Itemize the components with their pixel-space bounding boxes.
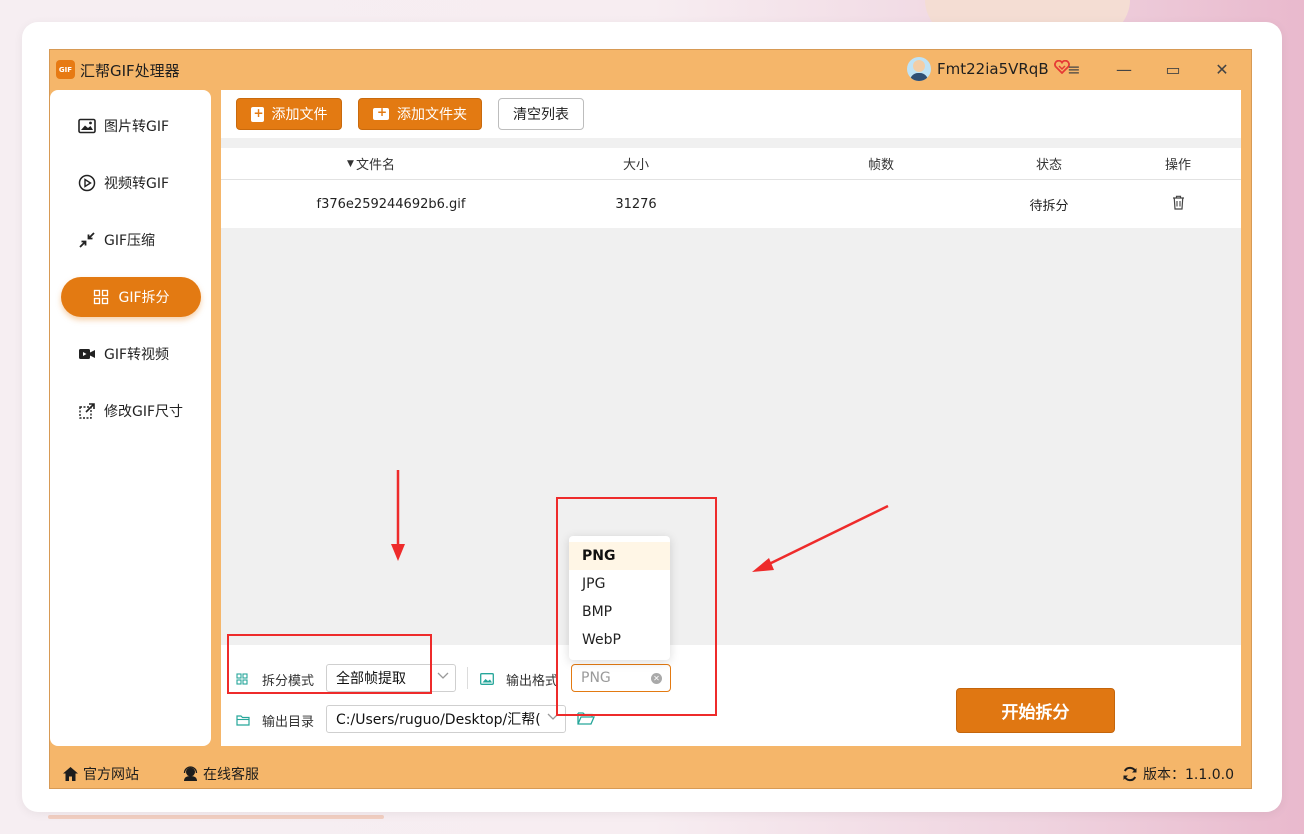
output-dir-label: 输出目录: [236, 711, 314, 730]
row-frames: [831, 180, 931, 228]
headset-icon: [181, 766, 199, 782]
row-size: 31276: [615, 196, 657, 212]
background-line: [48, 815, 384, 819]
column-header-frames: 帧数: [867, 158, 894, 173]
title-bar: GIF 汇帮GIF处理器 Fmt22ia5VRqB ≡ — ▭ ✕: [50, 50, 1251, 90]
column-header-status: 状态: [1035, 158, 1062, 173]
sidebar-item-label: 视频转GIF: [104, 176, 170, 192]
image-icon: [480, 672, 494, 687]
home-icon: [61, 766, 79, 782]
app-logo-icon: GIF: [56, 60, 75, 79]
add-folder-button[interactable]: 添加文件夹: [358, 98, 482, 130]
username: Fmt22ia5VRqB: [937, 60, 1049, 78]
folder-icon: [236, 714, 250, 728]
sidebar: 图片转GIF 视频转GIF GIF压缩 GIF拆分 GIF转视频 修改GIF尺寸: [50, 90, 211, 746]
output-format-label: 输出格式: [480, 670, 558, 689]
column-header-actions: 操作: [1164, 158, 1191, 173]
table-header: ▼ 文件名 大小 帧数 状态 操作: [221, 148, 1241, 180]
column-header-filename[interactable]: ▼ 文件名: [281, 148, 461, 179]
play-circle-icon: [78, 174, 96, 192]
minimize-button[interactable]: —: [1113, 58, 1135, 80]
delete-row-button[interactable]: [1128, 180, 1228, 228]
table-row[interactable]: f376e259244692b6.gif 31276 待拆分: [221, 180, 1241, 228]
chevron-down-icon: [437, 672, 449, 683]
clear-list-button[interactable]: 清空列表: [498, 98, 584, 130]
sidebar-item-video-to-gif[interactable]: 视频转GIF: [61, 163, 201, 203]
maximize-button[interactable]: ▭: [1162, 58, 1184, 80]
annotation-box-split-mode: [227, 634, 432, 694]
compress-arrows-icon: [78, 231, 96, 249]
column-header-size: 大小: [622, 158, 649, 173]
annotation-box-format: [556, 497, 717, 716]
sidebar-item-label: GIF转视频: [104, 347, 170, 363]
app-title: 汇帮GIF处理器: [80, 62, 180, 80]
grid-split-icon: [92, 288, 110, 306]
add-file-icon: [250, 106, 264, 122]
trash-icon: [1172, 195, 1185, 214]
official-website-link[interactable]: 官方网站: [61, 764, 139, 784]
sidebar-item-label: GIF压缩: [104, 233, 156, 249]
avatar[interactable]: [907, 57, 931, 81]
add-file-button[interactable]: 添加文件: [236, 98, 342, 130]
sidebar-item-gif-to-video[interactable]: GIF转视频: [61, 334, 201, 374]
version-info: 版本：1.1.0.0: [1121, 764, 1234, 784]
output-dir-select[interactable]: C:/Users/ruguo/Desktop/汇帮(: [326, 705, 566, 733]
sidebar-item-gif-compress[interactable]: GIF压缩: [61, 220, 201, 260]
row-status: 待拆分: [1029, 198, 1069, 214]
sidebar-item-gif-split[interactable]: GIF拆分: [61, 277, 201, 317]
sidebar-item-label: 图片转GIF: [104, 119, 170, 135]
toolbar: 添加文件 添加文件夹 清空列表: [221, 90, 1241, 138]
image-icon: [78, 117, 96, 135]
start-split-button[interactable]: 开始拆分: [956, 688, 1115, 733]
sidebar-item-resize-gif[interactable]: 修改GIF尺寸: [61, 391, 201, 431]
close-button[interactable]: ✕: [1211, 58, 1233, 80]
refresh-icon[interactable]: [1121, 766, 1139, 782]
menu-icon[interactable]: ≡: [1063, 58, 1085, 80]
video-camera-icon: [78, 345, 96, 363]
divider: [467, 667, 468, 689]
sort-indicator-icon: ▼: [347, 158, 354, 169]
user-account[interactable]: Fmt22ia5VRqB: [907, 57, 1070, 81]
online-support-link[interactable]: 在线客服: [181, 764, 259, 784]
sidebar-item-label: GIF拆分: [118, 290, 170, 306]
sidebar-item-image-to-gif[interactable]: 图片转GIF: [61, 106, 201, 146]
resize-icon: [78, 402, 96, 420]
add-folder-icon: [373, 105, 389, 120]
sidebar-item-label: 修改GIF尺寸: [104, 404, 184, 420]
row-filename: f376e259244692b6.gif: [316, 196, 466, 212]
